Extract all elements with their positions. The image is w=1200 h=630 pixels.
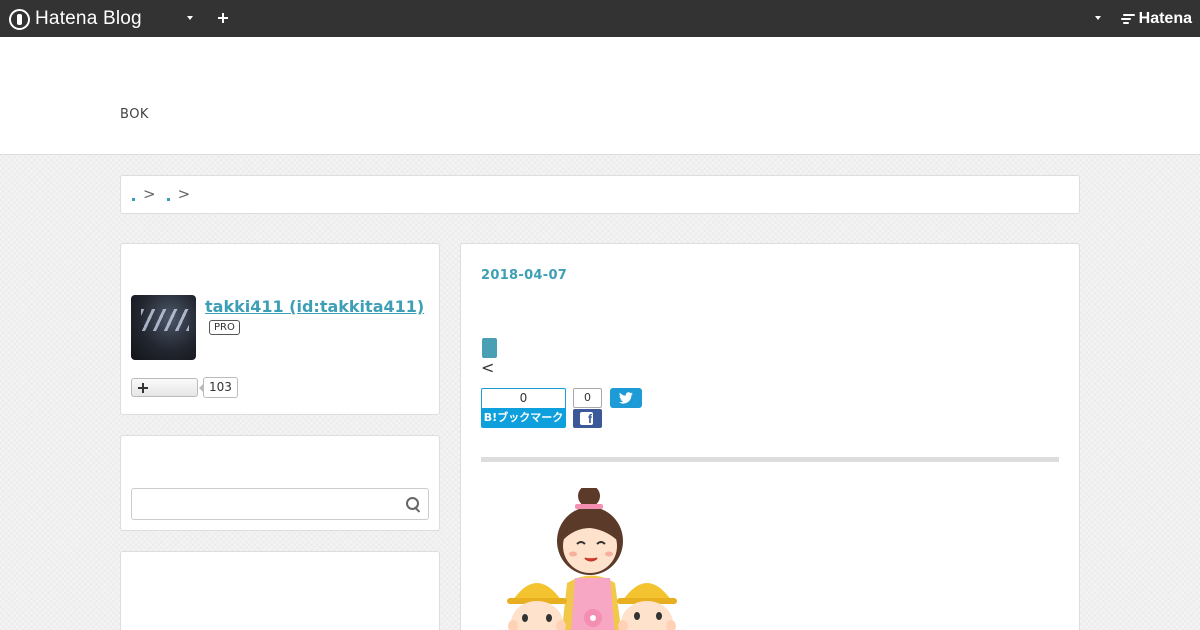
entry-article: 2018-04-07 < 0 B!ブックマーク 0 f (460, 243, 1080, 630)
breadcrumb-separator: > (177, 185, 191, 203)
facebook-share-button[interactable]: 0 f (573, 388, 602, 428)
blog-title[interactable]: BOK (120, 107, 149, 122)
facebook-share-count: 0 (573, 388, 602, 408)
chevron-down-icon[interactable] (185, 13, 195, 23)
hatena-blog-logo-text: Hatena Blog (35, 8, 142, 29)
search-module (120, 435, 440, 531)
search-icon[interactable] (406, 497, 422, 513)
breadcrumb-link-home[interactable] (132, 197, 135, 201)
hatena-logo-text: Hatena (1138, 10, 1192, 27)
hatena-bookmark-button[interactable]: 0 B!ブックマーク (481, 388, 566, 428)
hatena-blog-logo-icon (9, 8, 30, 30)
hatena-logo-icon (1120, 13, 1136, 25)
twitter-share-button[interactable] (610, 388, 642, 408)
global-header: Hatena Blog Hatena (0, 0, 1200, 37)
entry-date[interactable]: 2018-04-07 (481, 268, 567, 283)
search-input[interactable] (131, 488, 429, 520)
twitter-icon (619, 392, 633, 404)
hatena-logo[interactable]: Hatena (1120, 9, 1192, 29)
breadcrumb-link-category[interactable] (166, 197, 170, 201)
reader-count: 103 (199, 377, 238, 398)
entry-category-chip[interactable] (482, 338, 497, 358)
plus-icon[interactable] (216, 11, 230, 25)
hatena-bookmark-label: B!ブックマーク (481, 408, 566, 428)
avatar[interactable] (131, 295, 196, 360)
follow-button[interactable] (131, 378, 198, 397)
user-menu-chevron-down-icon[interactable] (1093, 13, 1103, 23)
hatena-bookmark-count: 0 (481, 388, 566, 408)
blog-title-header: BOK (0, 37, 1200, 155)
hatena-blog-logo[interactable]: Hatena Blog (9, 7, 142, 31)
teacher-and-children-illustration (507, 488, 677, 630)
pro-badge: PRO (209, 320, 240, 335)
breadcrumb-separator: > (143, 185, 156, 203)
breadcrumb: > > (120, 175, 1080, 214)
entry-divider (481, 457, 1059, 462)
sidebar-module (120, 551, 440, 630)
profile-name-link[interactable]: takki411 (id:takkita411) (205, 297, 424, 316)
profile-module: takki411 (id:takkita411) PRO 103 (120, 243, 440, 415)
entry-text: < (481, 358, 495, 377)
facebook-icon: f (573, 409, 602, 428)
